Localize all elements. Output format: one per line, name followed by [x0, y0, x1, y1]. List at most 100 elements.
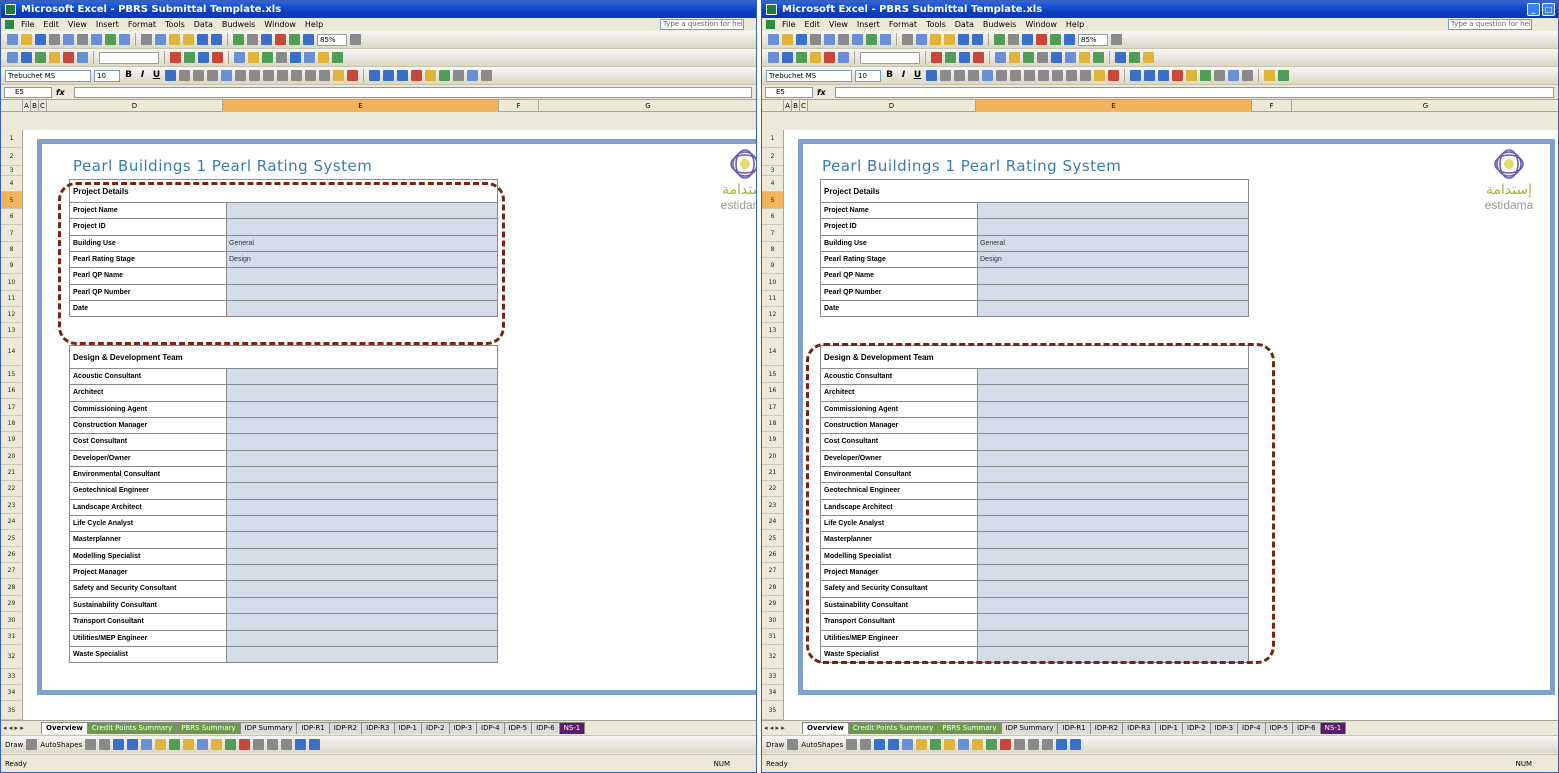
row-header[interactable]: 11	[762, 291, 783, 307]
sort-ascending-icon[interactable]	[1022, 34, 1033, 45]
menu-budweis[interactable]: Budweis	[222, 18, 256, 31]
circle-invalid-icon[interactable]	[1200, 70, 1211, 81]
row-header[interactable]: 24	[1, 514, 22, 530]
select-all-corner[interactable]	[762, 100, 784, 112]
sheet-tab[interactable]: IDP-R3	[1122, 722, 1156, 734]
shadow-icon[interactable]	[1056, 739, 1068, 750]
field-value-cell[interactable]: Design	[227, 252, 498, 269]
font-color-draw-icon[interactable]	[239, 739, 251, 750]
diagram-icon[interactable]	[169, 739, 181, 750]
row-header[interactable]: 35	[762, 701, 783, 720]
option-control-icon[interactable]	[1079, 52, 1090, 63]
row-header[interactable]: 4	[1, 176, 22, 192]
percent-icon[interactable]	[235, 70, 246, 81]
watch-window-icon[interactable]	[467, 70, 478, 81]
align-left-icon[interactable]	[926, 70, 937, 81]
paste-icon[interactable]	[169, 34, 180, 45]
tab-scroll-arrows-icon[interactable]: ◂ ◂ ▸ ▸	[762, 722, 802, 734]
trace-dependents-icon[interactable]	[1144, 70, 1155, 81]
sheet-tab[interactable]: IDP-5	[503, 722, 533, 734]
copy-icon[interactable]	[155, 34, 166, 45]
column-header-f[interactable]: F	[1252, 100, 1292, 112]
copy-icon[interactable]	[916, 34, 927, 45]
circle-invalid-icon[interactable]	[439, 70, 450, 81]
print-icon[interactable]	[77, 34, 88, 45]
help-icon[interactable]	[1111, 34, 1122, 45]
menu-format[interactable]: Format	[128, 18, 156, 31]
textbox-control-icon[interactable]	[1051, 52, 1062, 63]
team-value-cell[interactable]	[978, 581, 1249, 598]
spelling-icon[interactable]	[866, 34, 877, 45]
row-header[interactable]: 3	[1, 166, 22, 176]
row-header[interactable]: 20	[762, 448, 783, 465]
align-center-icon[interactable]	[940, 70, 951, 81]
new-icon[interactable]	[7, 34, 18, 45]
macro-icon[interactable]	[184, 52, 195, 63]
team-value-cell[interactable]	[978, 418, 1249, 435]
arrow-icon[interactable]	[860, 739, 872, 750]
insert-function-icon[interactable]: fx	[817, 88, 831, 97]
trace-precedents-icon[interactable]	[1130, 70, 1141, 81]
row-header[interactable]: 15	[762, 366, 783, 383]
row-header[interactable]: 31	[762, 629, 783, 645]
drawing-icon[interactable]	[1064, 34, 1075, 45]
menu-data[interactable]: Data	[955, 18, 974, 31]
sort-ascending-icon[interactable]	[261, 34, 272, 45]
option-control-icon[interactable]	[318, 52, 329, 63]
arrow-style-icon[interactable]	[281, 739, 293, 750]
menu-data[interactable]: Data	[194, 18, 213, 31]
field-value-cell[interactable]: General	[227, 235, 498, 253]
row-header[interactable]: 5	[762, 192, 783, 209]
oval-icon[interactable]	[888, 739, 900, 750]
permission-icon[interactable]	[49, 34, 60, 45]
chart-wizard-icon[interactable]	[1050, 34, 1061, 45]
sheet-tab[interactable]: NS-1	[1319, 722, 1347, 734]
row-header[interactable]: 33	[1, 669, 22, 685]
trace-error-icon[interactable]	[411, 70, 422, 81]
underline-button[interactable]: U	[151, 70, 162, 81]
sheet-tab[interactable]: IDP-R1	[1057, 722, 1091, 734]
sheet-tab[interactable]: IDP-6	[1292, 722, 1321, 734]
select-objects-icon[interactable]	[787, 739, 799, 750]
row-header[interactable]: 34	[762, 685, 783, 701]
row-header[interactable]: 9	[1, 258, 22, 274]
team-value-cell[interactable]	[978, 369, 1249, 386]
row-header[interactable]: 13	[762, 323, 783, 338]
rectangle-icon[interactable]	[874, 739, 886, 750]
research-icon[interactable]	[880, 34, 891, 45]
team-value-cell[interactable]	[978, 467, 1249, 484]
sheet-tab[interactable]: IDP-R3	[361, 722, 395, 734]
team-value-cell[interactable]	[978, 630, 1249, 647]
row-header[interactable]: 7	[762, 225, 783, 242]
field-value-cell[interactable]	[978, 203, 1249, 220]
line-style-icon[interactable]	[1014, 739, 1026, 750]
row-header[interactable]: 28	[1, 579, 22, 596]
comment-icon[interactable]	[796, 52, 807, 63]
insert-function-icon[interactable]: fx	[56, 88, 70, 97]
permission-icon[interactable]	[810, 34, 821, 45]
row-header[interactable]: 10	[1, 274, 22, 291]
team-value-cell[interactable]	[978, 483, 1249, 500]
remove-arrows-icon[interactable]	[397, 70, 408, 81]
borders-icon[interactable]	[1080, 70, 1091, 81]
row-header[interactable]: 27	[1, 563, 22, 579]
borders-icon[interactable]	[319, 70, 330, 81]
textbox-control-icon[interactable]	[290, 52, 301, 63]
review-icon[interactable]	[782, 52, 793, 63]
row-header[interactable]: 27	[762, 563, 783, 579]
merge-center-icon[interactable]	[207, 70, 218, 81]
row-header[interactable]: 13	[1, 323, 22, 338]
comma-icon[interactable]	[249, 70, 260, 81]
autoshapes-menu[interactable]: AutoShapes	[40, 741, 82, 749]
formula-input[interactable]	[74, 86, 752, 98]
fill-color-draw-icon[interactable]	[211, 739, 223, 750]
textbox-icon[interactable]	[141, 739, 153, 750]
listbox-control-icon[interactable]	[1093, 52, 1104, 63]
reply-changes-box[interactable]	[99, 51, 159, 64]
row-header[interactable]: 19	[1, 432, 22, 448]
spelling-icon[interactable]	[105, 34, 116, 45]
row-header[interactable]: 24	[762, 514, 783, 530]
sheet-tab[interactable]: IDP Summary	[239, 722, 298, 734]
menu-file[interactable]: File	[21, 18, 34, 31]
team-value-cell[interactable]	[227, 385, 498, 402]
